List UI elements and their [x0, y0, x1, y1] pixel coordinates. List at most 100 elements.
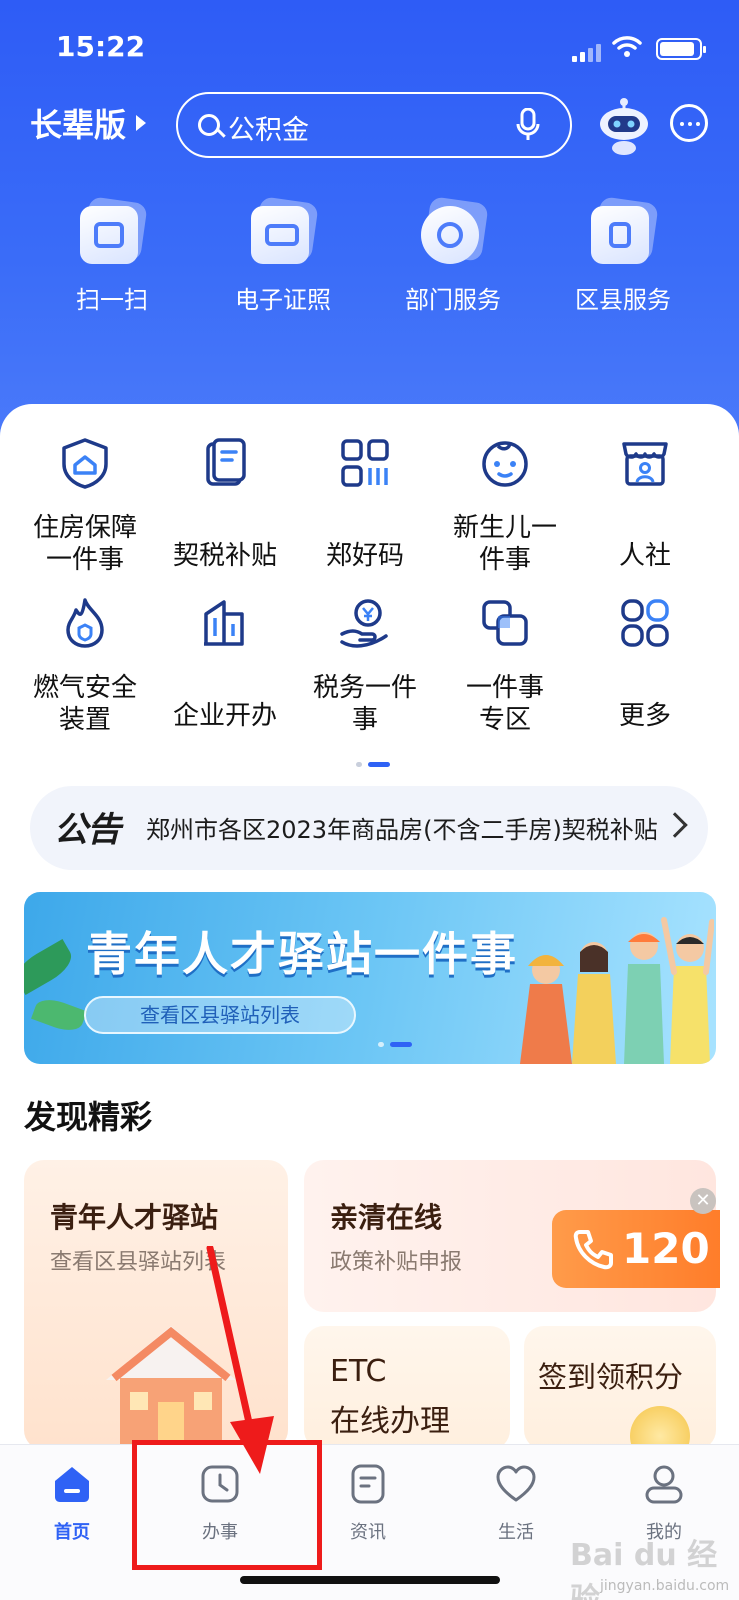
service-label-line2: 装置: [58, 705, 111, 735]
service-label-line2: 一件事: [45, 545, 124, 575]
tab-life[interactable]: 生活: [466, 1463, 566, 1544]
chevron-right-icon: [662, 812, 688, 838]
status-bar: 15:22: [0, 28, 739, 68]
shop-person-icon: [622, 442, 668, 486]
quick-action-e-license[interactable]: 电子证照: [198, 196, 368, 315]
leaf-decoration: [31, 994, 87, 1036]
service-label-line2: 件事: [478, 545, 531, 575]
notice-text: 郑州市各区2023年商品房(不含二手房)契税补贴: [146, 816, 658, 844]
banner-button[interactable]: 查看区县驿站列表: [84, 996, 356, 1034]
section-title: 发现精彩: [24, 1098, 153, 1136]
search-placeholder: 公积金: [228, 115, 309, 146]
status-time: 15:22: [56, 30, 146, 63]
watermark-domain: jingyan.baidu.com: [600, 1578, 730, 1594]
service-gas-safety[interactable]: 燃气安全 装置: [16, 596, 154, 736]
search-input[interactable]: 公积金: [176, 92, 572, 158]
district-icon: [591, 196, 659, 264]
tax-hand-icon: [340, 599, 388, 648]
card-title-line2: 在线办理: [330, 1404, 450, 1439]
signal-icon: [572, 42, 602, 62]
tab-news[interactable]: 资讯: [318, 1463, 418, 1544]
notice-tag: 公告: [54, 810, 121, 850]
message-icon[interactable]: [670, 104, 708, 142]
elder-mode-toggle[interactable]: 长辈版: [30, 100, 147, 146]
flame-icon: [66, 598, 104, 648]
service-label: 更多: [618, 701, 671, 731]
user-icon: [645, 1465, 683, 1504]
service-one-thing-zone[interactable]: 一件事 专区: [436, 596, 574, 736]
card-title: ETC: [330, 1354, 387, 1389]
hotline-badge: 120: [552, 1210, 720, 1288]
tab-label: 资讯: [350, 1522, 386, 1543]
quick-action-label: 扫一扫: [76, 286, 148, 314]
service-label: 契税补贴: [172, 541, 277, 571]
battery-icon: [656, 38, 706, 60]
service-zheng-hao-ma[interactable]: 郑好码: [296, 436, 434, 572]
elder-mode-label: 长辈版: [30, 106, 127, 144]
quick-action-department[interactable]: 部门服务: [368, 196, 538, 315]
service-label: 新生儿一: [452, 513, 557, 543]
service-label: 郑好码: [325, 541, 404, 571]
heart-icon: [496, 1465, 536, 1502]
id-card-icon: [251, 196, 319, 264]
service-label-line2: 事: [351, 705, 378, 735]
caret-right-icon: [136, 115, 147, 131]
service-label: 税务一件: [312, 673, 417, 703]
quick-action-label: 电子证照: [235, 286, 331, 314]
card-title: 亲清在线: [330, 1201, 443, 1234]
quick-action-label: 区县服务: [575, 286, 671, 314]
service-label-line2: 专区: [478, 705, 531, 735]
card-etc[interactable]: ETC 在线办理: [304, 1326, 510, 1450]
quick-action-district[interactable]: 区县服务: [538, 196, 708, 315]
qr-code-icon: [341, 439, 389, 487]
service-label: 燃气安全: [32, 673, 137, 703]
quick-actions: 扫一扫 电子证照 部门服务 区县服务: [0, 196, 739, 330]
promo-banner[interactable]: 青年人才驿站一件事 查看区县驿站列表: [24, 892, 716, 1064]
quick-action-label: 部门服务: [405, 286, 501, 314]
service-label: 人社: [618, 541, 671, 571]
close-icon[interactable]: ✕: [690, 1188, 716, 1214]
page-indicator: [356, 762, 396, 768]
banner-title: 青年人才驿站一件事: [86, 927, 518, 981]
document-icon: [206, 438, 246, 486]
tab-label: 首页: [54, 1522, 90, 1543]
service-housing[interactable]: 住房保障 一件事: [16, 436, 154, 576]
grid-more-icon: [621, 599, 669, 647]
hotline-number: 120: [622, 1224, 710, 1273]
building-icon: [204, 600, 244, 646]
service-human-resources[interactable]: 人社: [576, 436, 714, 572]
service-newborn[interactable]: 新生儿一 件事: [436, 436, 574, 576]
card-title: 青年人才驿站: [50, 1201, 219, 1234]
home-icon: [55, 1467, 89, 1502]
notice-bar[interactable]: 公告 郑州市各区2023年商品房(不含二手房)契税补贴: [30, 786, 708, 870]
highlight-box: [132, 1440, 322, 1570]
service-business-startup[interactable]: 企业开办: [156, 596, 294, 732]
scan-icon: [80, 196, 148, 264]
banner-page-indicator: [378, 1042, 418, 1048]
home-indicator[interactable]: [240, 1576, 500, 1584]
service-label: 企业开办: [172, 701, 277, 731]
wifi-icon: [612, 36, 642, 57]
leaf-decoration: [24, 939, 78, 995]
search-icon: [198, 114, 220, 136]
quick-action-scan[interactable]: 扫一扫: [27, 196, 197, 315]
service-label: 住房保障: [32, 513, 137, 543]
card-title: 签到领积分: [538, 1360, 684, 1394]
phone-icon: [573, 1230, 613, 1270]
service-tax[interactable]: 税务一件 事: [296, 596, 434, 736]
service-deed-tax[interactable]: 契税补贴: [156, 436, 294, 572]
card-subtitle: 政策补贴申报: [330, 1250, 463, 1275]
card-checkin-points[interactable]: 签到领积分: [524, 1326, 716, 1450]
service-label: 一件事: [465, 673, 544, 703]
people-illustration: [520, 917, 714, 1064]
service-more[interactable]: 更多: [576, 596, 714, 732]
robot-assistant-icon[interactable]: [596, 96, 652, 156]
microphone-icon[interactable]: [516, 108, 540, 142]
house-shield-icon: [62, 438, 108, 489]
overlap-squares-icon: [482, 600, 528, 646]
news-icon: [351, 1464, 385, 1504]
tab-label: 生活: [498, 1522, 534, 1543]
tab-home[interactable]: 首页: [22, 1463, 122, 1544]
baby-icon: [482, 441, 528, 487]
department-icon: [421, 196, 489, 264]
